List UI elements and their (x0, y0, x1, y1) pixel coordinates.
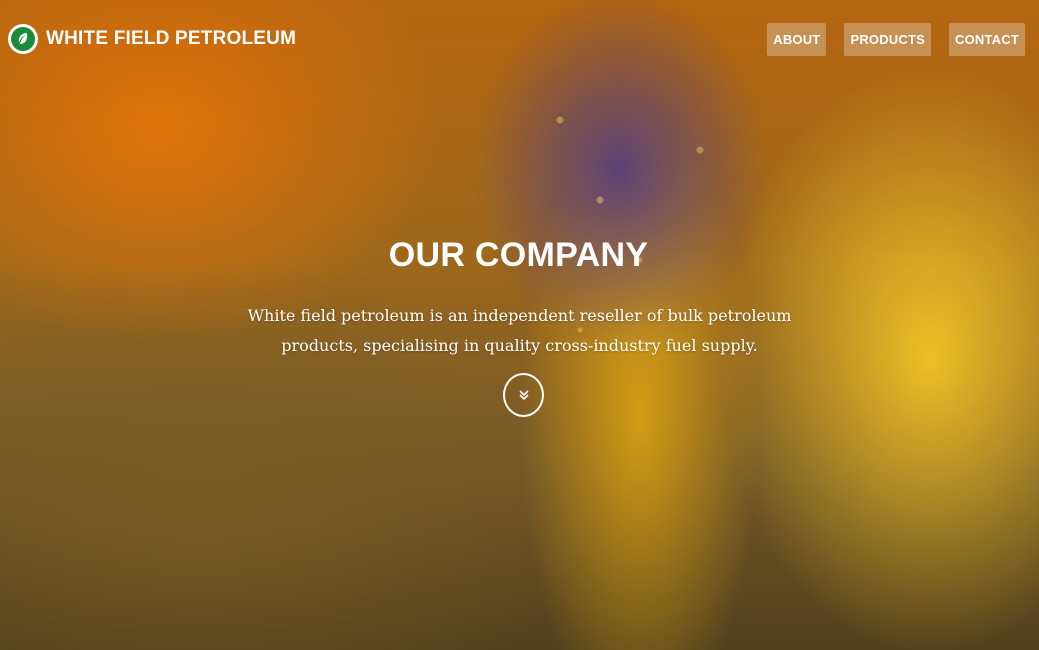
navbar: WHITE FIELD PETROLEUM ABOUT PRODUCTS CON… (0, 0, 1039, 80)
hero-subtitle: White field petroleum is an independent … (247, 306, 792, 355)
scroll-down-button[interactable] (503, 373, 544, 417)
brand[interactable]: WHITE FIELD PETROLEUM (8, 24, 296, 54)
nav-links: ABOUT PRODUCTS CONTACT (767, 23, 1025, 56)
leaf-icon (8, 24, 38, 54)
hero-title: OUR COMPANY (388, 236, 649, 274)
nav-products-button[interactable]: PRODUCTS (844, 23, 932, 56)
chevron-double-down-icon (518, 390, 529, 401)
nav-about-button[interactable]: ABOUT (767, 23, 827, 56)
hero-section: WHITE FIELD PETROLEUM ABOUT PRODUCTS CON… (0, 0, 1039, 650)
brand-name: WHITE FIELD PETROLEUM (46, 28, 297, 49)
nav-contact-button[interactable]: CONTACT (949, 23, 1025, 56)
hero-content: OUR COMPANY White field petroleum is an … (0, 236, 1039, 361)
